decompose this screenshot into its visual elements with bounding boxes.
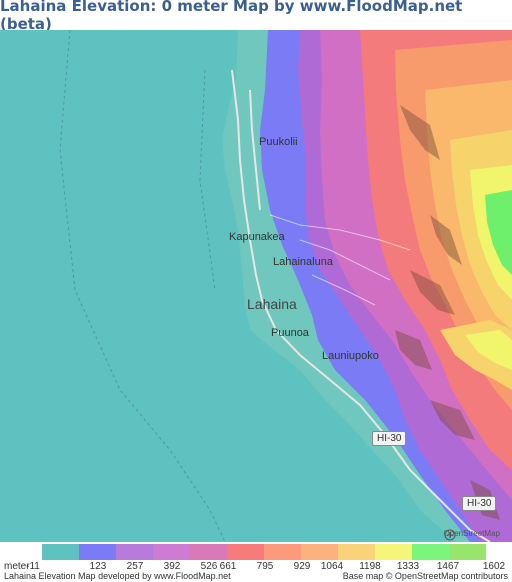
- place-label-lahaina: Lahaina: [247, 296, 297, 312]
- osm-watermark: OpenStreetMap: [444, 529, 500, 541]
- legend-swatch: [42, 544, 79, 560]
- legend-swatch: [338, 544, 375, 560]
- place-label-puukolii: Puukolii: [259, 136, 298, 148]
- footer-credit-right[interactable]: Base map © OpenStreetMap contributors: [343, 571, 508, 581]
- title-bar: Lahaina Elevation: 0 meter Map by www.Fl…: [0, 0, 512, 33]
- page-title: Lahaina Elevation: 0 meter Map by www.Fl…: [0, 0, 463, 33]
- legend-swatch: [79, 544, 116, 560]
- footer: Lahaina Elevation Map developed by www.F…: [0, 571, 512, 582]
- legend-swatch: [190, 544, 227, 560]
- legend-swatch: [375, 544, 412, 560]
- place-label-lahainaluna: Lahainaluna: [273, 256, 333, 268]
- legend-swatch: [264, 544, 301, 560]
- place-label-kapunakea: Kapunakea: [229, 231, 285, 243]
- legend-swatch: [227, 544, 264, 560]
- legend-swatch: [449, 544, 486, 560]
- elevation-map[interactable]: Puukolii Kapunakea Lahainaluna Lahaina P…: [0, 30, 512, 542]
- legend-swatches: [42, 544, 486, 560]
- place-label-launiupoko: Launiupoko: [322, 350, 379, 362]
- road-shield-hi-30: HI-30: [372, 431, 407, 446]
- legend-swatch: [301, 544, 338, 560]
- legend-swatch: [116, 544, 153, 560]
- place-label-puunoa: Puunoa: [271, 327, 309, 339]
- legend-swatch: [153, 544, 190, 560]
- footer-credit-left[interactable]: Lahaina Elevation Map developed by www.F…: [4, 571, 231, 581]
- road-shield-hi-30: HI-30: [462, 496, 497, 511]
- map-canvas: [0, 30, 512, 542]
- osm-logo-icon: [444, 529, 456, 541]
- legend-swatch: [412, 544, 449, 560]
